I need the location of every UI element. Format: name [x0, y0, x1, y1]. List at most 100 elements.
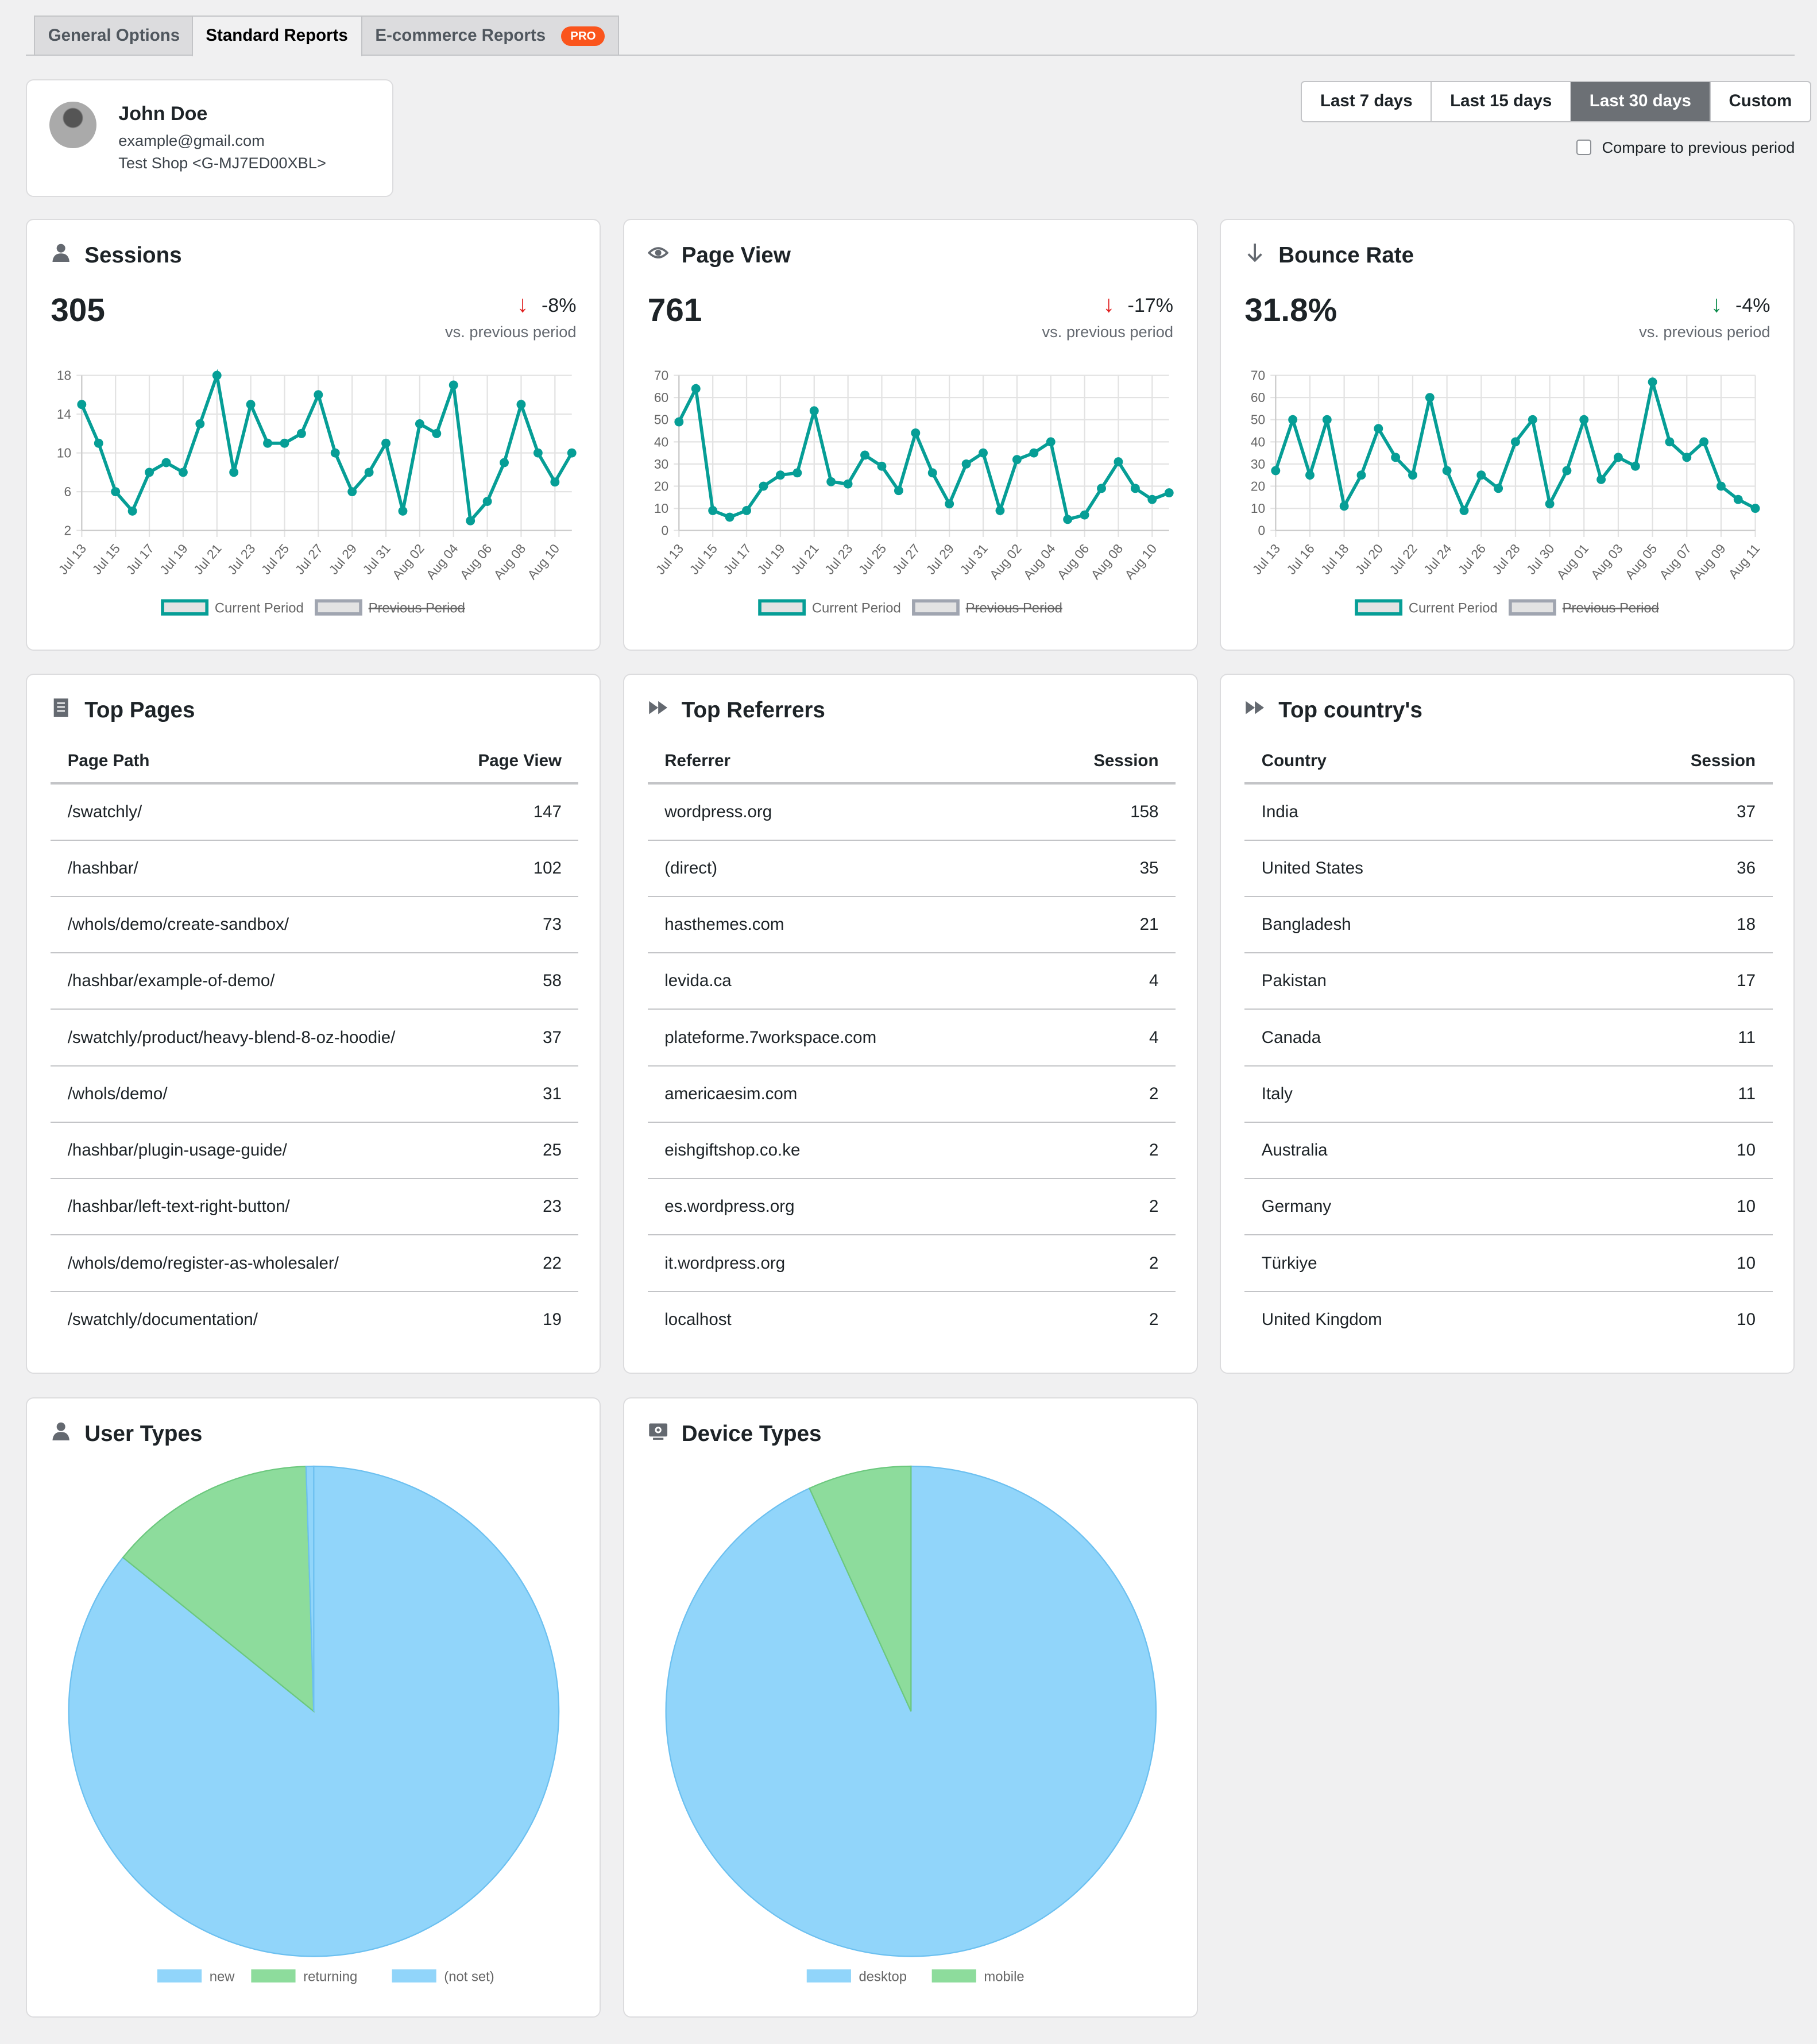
- legend-current[interactable]: Current Period: [1409, 600, 1498, 616]
- legend-previous[interactable]: Previous Period: [369, 600, 465, 616]
- tab-standard-reports[interactable]: Standard Reports: [191, 16, 362, 56]
- row-label[interactable]: /hashbar/left-text-right-button/: [51, 1179, 450, 1236]
- metric-value: 761: [647, 292, 702, 329]
- metric-value: 31.8%: [1244, 292, 1337, 329]
- y-tick-label: 2: [64, 523, 72, 538]
- tab-general-options[interactable]: General Options: [34, 16, 194, 55]
- table-row: americaesim.com 2: [647, 1065, 1176, 1123]
- range-last-7-days[interactable]: Last 7 days: [1302, 82, 1432, 121]
- y-tick-label: 60: [654, 390, 668, 405]
- legend-label[interactable]: new: [210, 1969, 235, 1985]
- data-point: [1545, 499, 1555, 509]
- data-point: [1614, 453, 1623, 462]
- data-point: [1356, 470, 1366, 480]
- range-custom[interactable]: Custom: [1711, 82, 1810, 121]
- table-row: plateforme.7workspace.com 4: [647, 1009, 1176, 1067]
- row-label: wordpress.org: [647, 783, 1025, 841]
- row-label[interactable]: /hashbar/: [51, 840, 450, 898]
- legend-swatch-current[interactable]: [1355, 599, 1403, 616]
- pie-chart: desktop mobile: [665, 1465, 1157, 1985]
- compare-label: Compare to previous period: [1602, 138, 1795, 156]
- row-value: 36: [1566, 840, 1773, 898]
- arrow-down-icon: [1244, 242, 1265, 269]
- x-tick-label: Jul 24: [1421, 541, 1455, 577]
- row-value: 2: [1024, 1122, 1176, 1180]
- data-point: [1323, 415, 1332, 424]
- legend-previous[interactable]: Previous Period: [966, 600, 1062, 616]
- y-tick-label: 6: [64, 484, 72, 499]
- row-label[interactable]: /whols/demo/: [51, 1065, 450, 1123]
- legend-label[interactable]: mobile: [984, 1969, 1024, 1985]
- row-value: 158: [1024, 783, 1176, 841]
- row-value: 2: [1024, 1179, 1176, 1236]
- data-point: [1080, 510, 1089, 520]
- legend-swatch[interactable]: [931, 1969, 976, 1983]
- range-last-30-days[interactable]: Last 30 days: [1571, 82, 1711, 121]
- row-label[interactable]: /whols/demo/register-as-wholesaler/: [51, 1235, 450, 1292]
- legend-label[interactable]: (not set): [444, 1969, 494, 1985]
- data-point: [1494, 484, 1503, 493]
- row-value: 102: [449, 840, 579, 898]
- data-point: [1579, 415, 1589, 424]
- row-label: localhost: [664, 1309, 732, 1329]
- table-row: United Kingdom 10: [1244, 1292, 1772, 1347]
- table-card-1: Top Referrers Referrer Session wordpress.o…: [623, 674, 1198, 1374]
- row-label[interactable]: /swatchly/: [51, 783, 450, 841]
- x-tick-label: Jul 17: [720, 541, 754, 577]
- legend-label[interactable]: desktop: [859, 1969, 906, 1985]
- table-row: United States 36: [1244, 840, 1773, 898]
- tab-ecommerce-reports[interactable]: E-commerce Reports PRO: [361, 16, 620, 55]
- data-point: [567, 448, 577, 458]
- legend-swatch[interactable]: [806, 1969, 851, 1983]
- x-tick-label: Aug 04: [1020, 541, 1058, 582]
- table-row: /swatchly/147: [51, 783, 579, 841]
- row-label[interactable]: /hashbar/plugin-usage-guide/: [51, 1122, 450, 1180]
- x-tick-label: Jul 16: [1284, 541, 1317, 577]
- x-tick-label: Jul 23: [822, 541, 856, 577]
- data-point: [297, 428, 307, 438]
- data-point: [280, 438, 289, 448]
- compare-checkbox[interactable]: [1576, 140, 1592, 155]
- change-percent: -8%: [541, 294, 577, 316]
- row-label: Bangladesh: [1244, 897, 1567, 954]
- data-point: [347, 487, 357, 496]
- legend-swatch-previous[interactable]: [911, 599, 960, 616]
- legend-current[interactable]: Current Period: [215, 600, 304, 616]
- x-tick-label: Jul 13: [652, 541, 686, 577]
- x-tick-label: Jul 18: [1318, 541, 1352, 577]
- data-point: [1734, 494, 1743, 504]
- legend-swatch-current[interactable]: [758, 599, 806, 616]
- data-point: [1408, 470, 1418, 480]
- legend-swatch[interactable]: [251, 1969, 296, 1983]
- row-label[interactable]: /whols/demo/create-sandbox/: [51, 897, 450, 954]
- legend-label[interactable]: returning: [304, 1969, 358, 1985]
- legend-current[interactable]: Current Period: [812, 600, 901, 616]
- table-row: /whols/demo/create-sandbox/73: [51, 897, 579, 954]
- chart-legend: Current Period Previous Period: [758, 599, 1062, 616]
- data-point: [550, 477, 560, 487]
- data-table: Referrer Session wordpress.org 158 (direct) 3…: [647, 740, 1176, 1347]
- legend-swatch-previous[interactable]: [1509, 599, 1557, 616]
- row-value: 11: [1566, 1009, 1773, 1067]
- row-label[interactable]: /swatchly/product/heavy-blend-8-oz-hoodi…: [51, 1009, 450, 1067]
- legend-swatch[interactable]: [392, 1969, 437, 1983]
- legend-swatch[interactable]: [157, 1969, 202, 1983]
- card-title: Bounce Rate: [1244, 242, 1414, 269]
- table-row: /swatchly/product/heavy-blend-8-oz-hoodi…: [51, 1009, 579, 1067]
- column-header: Page View: [449, 740, 579, 785]
- row-label[interactable]: /swatchly/documentation/: [51, 1292, 449, 1347]
- row-value: 22: [449, 1235, 579, 1292]
- legend-previous[interactable]: Previous Period: [1563, 600, 1659, 616]
- row-value: 4: [1024, 1009, 1176, 1067]
- compare-toggle[interactable]: Compare to previous period: [1576, 138, 1795, 157]
- row-value: 73: [449, 897, 579, 954]
- data-point: [742, 505, 751, 515]
- row-label[interactable]: /hashbar/example-of-demo/: [51, 953, 450, 1010]
- data-point: [792, 468, 802, 478]
- legend-swatch-current[interactable]: [161, 599, 209, 616]
- row-value: 18: [1566, 897, 1773, 954]
- legend-swatch-previous[interactable]: [315, 599, 363, 616]
- profile-property: Test Shop <G-MJ7ED00XBL>: [118, 153, 326, 172]
- range-last-15-days[interactable]: Last 15 days: [1432, 82, 1572, 121]
- table-card-0: Top Pages Page Path Page View/swatchly/14…: [26, 674, 601, 1374]
